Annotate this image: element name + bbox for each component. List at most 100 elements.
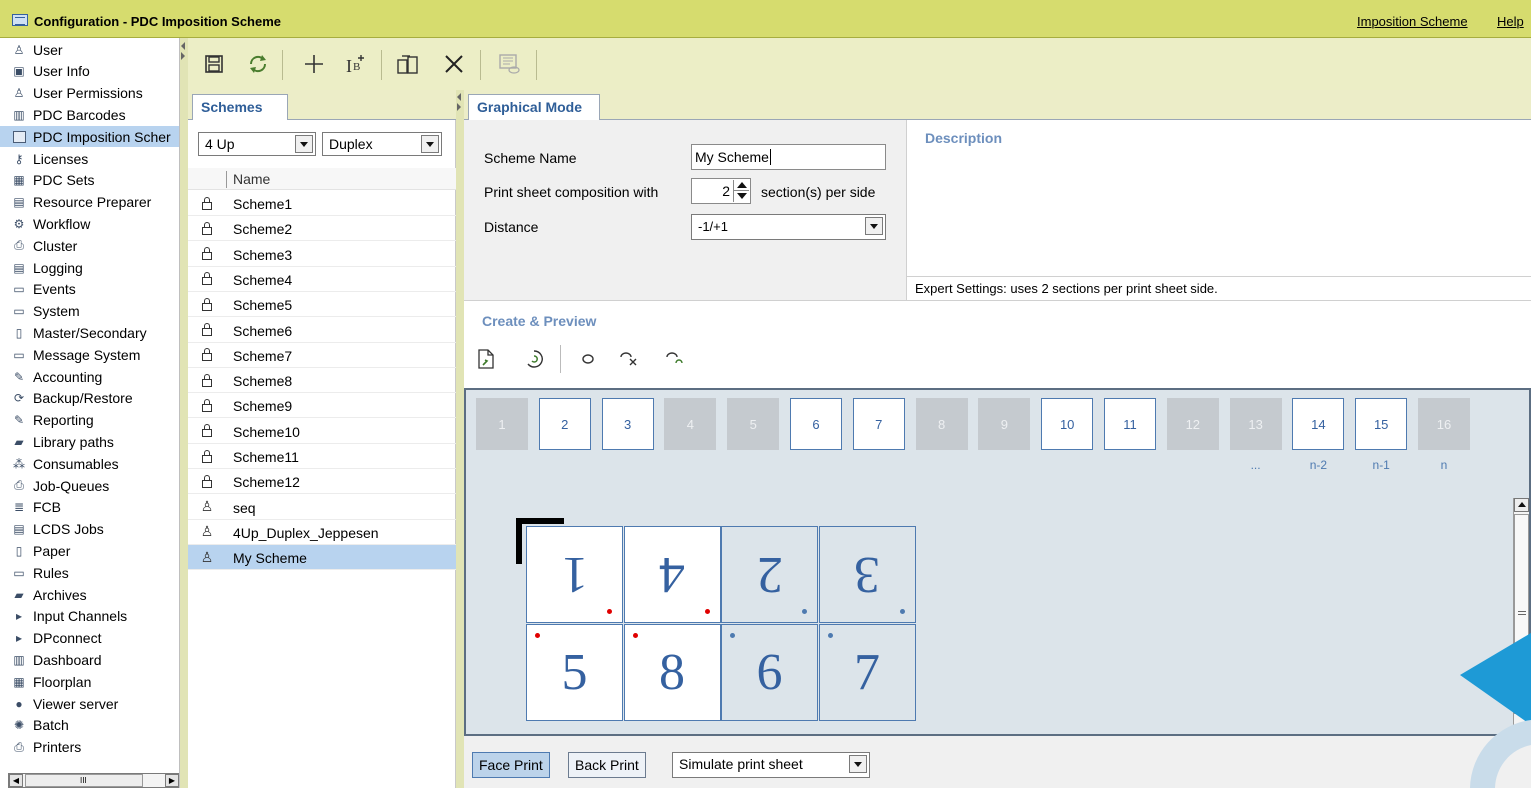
sidebar-item-pdc-imposition-scher[interactable]: PDC Imposition Scher — [0, 126, 179, 148]
chevron-down-icon[interactable] — [295, 135, 313, 153]
table-row[interactable]: Scheme8 — [188, 368, 456, 394]
loop-refresh-icon[interactable] — [664, 347, 688, 371]
table-row[interactable]: Scheme9 — [188, 393, 456, 419]
sidebar-item-logging[interactable]: ▤ Logging — [0, 257, 179, 278]
table-row[interactable]: ♙ seq — [188, 495, 456, 520]
sidebar-item-dpconnect[interactable]: ▸ DPconnect — [0, 628, 179, 649]
sidebar-item-consumables[interactable]: ⁂ Consumables — [0, 453, 179, 474]
copy-icon[interactable] — [394, 50, 422, 78]
section-box-10[interactable]: 10 — [1041, 398, 1094, 450]
section-box-1[interactable]: 1 — [476, 398, 528, 450]
print-sheet[interactable]: 1 4 2 3 5 8 6 7 — [526, 526, 919, 723]
collapse-left-icon[interactable] — [181, 42, 185, 50]
menu-imposition-scheme[interactable]: Imposition Scheme — [1357, 14, 1468, 29]
chevron-down-icon[interactable] — [849, 755, 867, 773]
table-row[interactable]: Scheme4 — [188, 267, 456, 292]
sidebar-horizontal-scrollbar[interactable]: ◀ III ▶ — [8, 773, 179, 788]
spinner-up-icon[interactable] — [737, 182, 747, 188]
section-box-15[interactable]: 15 — [1355, 398, 1408, 450]
sheet-page-5[interactable]: 5 — [526, 623, 623, 721]
chevron-down-icon[interactable] — [421, 135, 439, 153]
expand-right-icon[interactable] — [457, 103, 461, 111]
section-box-16[interactable]: 16 — [1418, 398, 1470, 450]
sidebar-item-cluster[interactable]: ⎙ Cluster — [0, 235, 179, 256]
sidebar-item-events[interactable]: ▭ Events — [0, 279, 179, 300]
table-row[interactable]: Scheme1 — [188, 191, 456, 216]
table-row[interactable]: Scheme6 — [188, 318, 456, 343]
sheet-page-8[interactable]: 8 — [623, 623, 721, 721]
sidebar-item-workflow[interactable]: ⚙ Workflow — [0, 213, 179, 234]
sidebar-item-input-channels[interactable]: ▸ Input Channels — [0, 606, 179, 627]
chevron-down-icon[interactable] — [865, 217, 883, 235]
collapse-left-icon[interactable] — [457, 93, 461, 101]
save-icon[interactable] — [200, 50, 228, 78]
sidebar-item-library-paths[interactable]: ▰ Library paths — [0, 431, 179, 452]
sidebar-item-lcds-jobs[interactable]: ▤ LCDS Jobs — [0, 519, 179, 540]
add-text-icon[interactable]: IB — [342, 50, 370, 78]
scroll-up-icon[interactable] — [1514, 498, 1529, 512]
imposition-canvas[interactable]: 1 2 3 4 5 6 7 8 9 10 11 12 13 14 15 16... n-2 n-1 n 142358… — [464, 388, 1531, 738]
spinner-buttons[interactable] — [733, 180, 749, 202]
sidebar-item-floorplan[interactable]: ▦ Floorplan — [0, 671, 179, 692]
sidebar-item-rules[interactable]: ▭ Rules — [0, 562, 179, 583]
sidebar-splitter[interactable] — [180, 38, 188, 788]
tab-schemes[interactable]: Schemes — [192, 94, 288, 120]
sidebar-item-job-queues[interactable]: ⎙ Job-Queues — [0, 475, 179, 496]
loop-delete-icon[interactable] — [618, 347, 642, 371]
section-box-8[interactable]: 8 — [915, 398, 968, 450]
delete-icon[interactable] — [440, 50, 468, 78]
sheet-page-2[interactable]: 2 — [721, 526, 818, 623]
section-box-11[interactable]: 11 — [1104, 398, 1156, 450]
table-row[interactable]: ♙ 4Up_Duplex_Jeppesen — [188, 520, 456, 545]
section-box-7[interactable]: 7 — [852, 398, 905, 450]
sidebar-item-dashboard[interactable]: ▥ Dashboard — [0, 649, 179, 670]
section-box-5[interactable]: 5 — [727, 398, 780, 450]
sidebar-item-batch[interactable]: ✺ Batch — [0, 715, 179, 736]
section-box-9[interactable]: 9 — [978, 398, 1031, 450]
sidebar-item-viewer-server[interactable]: ● Viewer server — [0, 693, 179, 714]
sidebar-item-pdc-sets[interactable]: ▦ PDC Sets — [0, 170, 179, 191]
back-print-button[interactable]: Back Print — [568, 752, 646, 778]
table-row[interactable]: Scheme5 — [188, 292, 456, 318]
add-icon[interactable] — [300, 50, 328, 78]
section-box-13[interactable]: 13 — [1229, 398, 1282, 450]
section-box-2[interactable]: 2 — [538, 398, 591, 450]
column-header-name[interactable]: Name — [233, 171, 270, 187]
section-box-14[interactable]: 14 — [1292, 398, 1345, 450]
table-row[interactable]: Scheme3 — [188, 242, 456, 267]
table-row[interactable]: Scheme2 — [188, 216, 456, 242]
sidebar-item-resource-preparer[interactable]: ▤ Resource Preparer — [0, 192, 179, 213]
sidebar-item-message-system[interactable]: ▭ Message System — [0, 344, 179, 365]
preview-icon[interactable] — [496, 50, 524, 78]
sections-per-side-spinner[interactable]: 2 — [691, 178, 751, 204]
sheet-page-4[interactable]: 4 — [623, 526, 721, 623]
table-row[interactable]: Scheme11 — [188, 444, 456, 469]
scroll-right-icon[interactable]: ▶ — [165, 774, 179, 787]
menu-help[interactable]: Help — [1497, 14, 1524, 29]
sidebar-item-fcb[interactable]: ≣ FCB — [0, 497, 179, 518]
layout-up-select[interactable]: 4 Up — [198, 132, 316, 156]
sidebar-item-user-info[interactable]: ▣ User Info — [0, 61, 179, 82]
sidebar-item-backup-restore[interactable]: ⟳ Backup/Restore — [0, 388, 179, 409]
face-print-button[interactable]: Face Print — [472, 752, 550, 778]
sidebar-item-user[interactable]: ♙ User — [0, 39, 179, 60]
tab-graphical-mode[interactable]: Graphical Mode — [468, 94, 600, 120]
section-box-6[interactable]: 6 — [790, 398, 842, 450]
scheme-name-input[interactable]: My Scheme — [691, 144, 886, 170]
sidebar-item-system[interactable]: ▭ System — [0, 301, 179, 322]
sidebar-item-printers[interactable]: ⎙ Printers — [0, 737, 179, 758]
section-box-12[interactable]: 12 — [1166, 398, 1219, 450]
rotate-icon[interactable] — [522, 347, 546, 371]
schemes-splitter[interactable] — [456, 90, 464, 788]
distance-select[interactable]: -1/+1 — [691, 214, 886, 240]
spinner-down-icon[interactable] — [737, 193, 747, 199]
sidebar-item-pdc-barcodes[interactable]: ▥ PDC Barcodes — [0, 104, 179, 125]
sidebar-item-licenses[interactable]: ⚷ Licenses — [0, 148, 179, 169]
sheet-page-3[interactable]: 3 — [818, 526, 916, 623]
sheet-page-1[interactable]: 1 — [526, 526, 623, 623]
table-row[interactable]: Scheme7 — [188, 343, 456, 368]
sheet-page-7[interactable]: 7 — [818, 623, 916, 721]
table-row[interactable]: Scheme10 — [188, 419, 456, 444]
sidebar-item-accounting[interactable]: ✎ Accounting — [0, 366, 179, 387]
sidebar-item-reporting[interactable]: ✎ Reporting — [0, 410, 179, 431]
